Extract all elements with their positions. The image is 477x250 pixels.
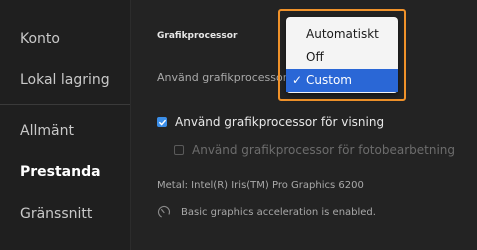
- metal-info: Metal: Intel(R) Iris(TM) Pro Graphics 62…: [157, 180, 364, 191]
- menu-item-off[interactable]: Off: [286, 46, 398, 69]
- sidebar-item-granssnitt[interactable]: Gränssnitt: [20, 206, 92, 222]
- sidebar: Konto Lokal lagring Allmänt Prestanda Gr…: [0, 0, 131, 250]
- sidebar-divider: [0, 104, 130, 105]
- menu-item-label: Automatiskt: [306, 27, 379, 41]
- menu-item-custom[interactable]: ✓ Custom: [286, 69, 398, 92]
- menu-item-label: Off: [306, 50, 324, 64]
- status-row: Basic graphics acceleration is enabled.: [157, 205, 376, 219]
- check-icon: [158, 119, 166, 125]
- sidebar-item-lokal-lagring[interactable]: Lokal lagring: [20, 72, 110, 88]
- menu-item-automatiskt[interactable]: Automatiskt: [286, 23, 398, 46]
- sidebar-item-allmant[interactable]: Allmänt: [20, 123, 74, 139]
- gauge-icon: [157, 205, 171, 219]
- display-gpu-checkbox[interactable]: [157, 117, 167, 127]
- section-title: Grafikprocessor: [157, 31, 238, 41]
- photo-gpu-checkbox: [174, 145, 184, 155]
- photo-gpu-label: Använd grafikprocessor för fotobearbetni…: [192, 143, 456, 157]
- status-text: Basic graphics acceleration is enabled.: [181, 206, 376, 218]
- photo-gpu-checkbox-row: Använd grafikprocessor för fotobearbetni…: [174, 143, 455, 157]
- sidebar-item-konto[interactable]: Konto: [20, 31, 60, 47]
- sidebar-item-prestanda[interactable]: Prestanda: [20, 164, 101, 180]
- gpu-select-label: Använd grafikprocessor: [157, 71, 288, 84]
- menu-item-label: Custom: [306, 73, 352, 87]
- gpu-dropdown-menu[interactable]: Automatiskt Off ✓ Custom: [286, 17, 398, 93]
- display-gpu-label: Använd grafikprocessor för visning: [175, 115, 385, 129]
- checkmark-icon: ✓: [292, 73, 303, 87]
- display-gpu-checkbox-row[interactable]: Använd grafikprocessor för visning: [157, 115, 384, 129]
